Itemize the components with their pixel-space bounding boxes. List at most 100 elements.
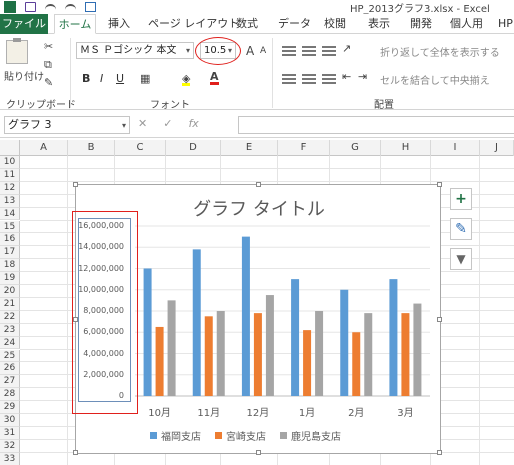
tab-file[interactable]: ファイル bbox=[0, 14, 48, 34]
formula-input[interactable] bbox=[238, 116, 514, 134]
underline-button[interactable]: U bbox=[116, 72, 124, 85]
column-header[interactable]: E bbox=[221, 140, 278, 156]
outdent-icon[interactable]: ⇥ bbox=[358, 70, 367, 83]
row-header[interactable]: 31 bbox=[0, 426, 20, 440]
row-header[interactable]: 30 bbox=[0, 414, 20, 427]
resize-handle[interactable] bbox=[437, 317, 442, 322]
tab-formulas[interactable]: 数式 bbox=[236, 14, 258, 34]
align-right-icon[interactable] bbox=[322, 74, 336, 84]
chart-elements-plus-icon[interactable]: + bbox=[450, 188, 472, 210]
select-all-corner[interactable] bbox=[0, 140, 20, 156]
align-middle-icon[interactable] bbox=[302, 46, 316, 56]
column-header[interactable]: I bbox=[431, 140, 480, 156]
cut-icon[interactable]: ✂ bbox=[44, 40, 53, 53]
row-header[interactable]: 21 bbox=[0, 297, 20, 311]
insert-function-icon[interactable]: fx bbox=[188, 117, 198, 130]
ribbon-home: 貼り付け ✂ ⧉ ✎ クリップボード ＭＳ Ｐゴシック 本文 ▾ 10.5 ▾ … bbox=[0, 34, 514, 111]
column-header[interactable]: J bbox=[480, 140, 514, 156]
column-header[interactable]: F bbox=[278, 140, 330, 156]
column-header[interactable]: G bbox=[330, 140, 381, 156]
grow-font-icon[interactable]: A bbox=[246, 44, 254, 58]
align-center-icon[interactable] bbox=[302, 74, 316, 84]
align-bottom-icon[interactable] bbox=[322, 46, 336, 56]
row-header[interactable]: 29 bbox=[0, 401, 20, 414]
tab-hp[interactable]: HP bbox=[498, 14, 513, 34]
tab-personal[interactable]: 個人用 bbox=[450, 14, 483, 34]
column-header[interactable]: H bbox=[381, 140, 431, 156]
row-header[interactable]: 15 bbox=[0, 220, 20, 234]
tab-insert[interactable]: 挿入 bbox=[108, 14, 130, 34]
cancel-icon[interactable]: ✕ bbox=[138, 117, 147, 130]
wrap-text-button[interactable]: 折り返して全体を表示する bbox=[380, 44, 500, 59]
chart-filter-icon[interactable]: ▼ bbox=[450, 248, 472, 270]
enter-icon[interactable]: ✓ bbox=[163, 117, 172, 130]
paste-icon[interactable] bbox=[6, 38, 28, 64]
orientation-icon[interactable]: ↗ bbox=[342, 42, 351, 55]
tab-view[interactable]: 表示 bbox=[368, 14, 390, 34]
resize-handle[interactable] bbox=[256, 450, 261, 455]
undo-icon[interactable] bbox=[45, 4, 56, 10]
shrink-font-icon[interactable]: A bbox=[260, 46, 266, 56]
column-header[interactable]: A bbox=[20, 140, 68, 156]
tab-developer[interactable]: 開発 bbox=[410, 14, 432, 34]
chart-legend[interactable]: 福岡支店 宮崎支店 鹿児島支店 bbox=[150, 428, 380, 443]
align-left-icon[interactable] bbox=[282, 74, 296, 84]
row-header[interactable]: 27 bbox=[0, 375, 20, 389]
row-header[interactable]: 23 bbox=[0, 323, 20, 337]
merge-center-button[interactable]: セルを結合して中央揃え bbox=[380, 72, 490, 87]
column-header[interactable]: B bbox=[68, 140, 115, 156]
copy-icon[interactable]: ⧉ bbox=[44, 58, 52, 72]
row-header[interactable]: 16 bbox=[0, 233, 20, 247]
legend-item: 鹿児島支店 bbox=[280, 428, 341, 443]
borders-icon[interactable]: ▦ bbox=[140, 72, 150, 85]
row-header[interactable]: 24 bbox=[0, 336, 20, 350]
fill-color-icon[interactable]: ◈ bbox=[182, 72, 191, 86]
value-axis-label: 16,000,000 bbox=[78, 221, 124, 230]
resize-handle[interactable] bbox=[73, 450, 78, 455]
save-icon[interactable] bbox=[25, 2, 36, 12]
row-header[interactable]: 18 bbox=[0, 259, 20, 273]
value-axis-label: 10,000,000 bbox=[78, 284, 124, 294]
column-header[interactable]: D bbox=[166, 140, 221, 156]
value-axis-label: 2,000,000 bbox=[83, 369, 124, 379]
legend-item: 宮崎支店 bbox=[215, 428, 266, 443]
resize-handle[interactable] bbox=[437, 450, 442, 455]
row-header[interactable]: 14 bbox=[0, 207, 20, 221]
font-name-select[interactable]: ＭＳ Ｐゴシック 本文 ▾ bbox=[76, 42, 194, 59]
picture-icon[interactable] bbox=[85, 2, 96, 12]
resize-handle[interactable] bbox=[437, 182, 442, 187]
tab-data[interactable]: データ bbox=[278, 14, 311, 34]
tab-page-layout[interactable]: ページ レイアウト bbox=[148, 14, 239, 34]
row-header[interactable]: 25 bbox=[0, 349, 20, 363]
italic-button[interactable]: I bbox=[100, 72, 103, 85]
resize-handle[interactable] bbox=[73, 182, 78, 187]
row-header[interactable]: 32 bbox=[0, 439, 20, 453]
row-header[interactable]: 17 bbox=[0, 246, 20, 260]
chevron-down-icon: ▾ bbox=[185, 46, 190, 55]
value-axis-label: 12,000,000 bbox=[78, 263, 124, 273]
resize-handle[interactable] bbox=[256, 182, 261, 187]
row-header[interactable]: 12 bbox=[0, 181, 20, 195]
row-header[interactable]: 20 bbox=[0, 285, 20, 298]
group-divider bbox=[70, 38, 71, 108]
font-color-icon[interactable]: A bbox=[210, 70, 219, 85]
row-header[interactable]: 33 bbox=[0, 452, 20, 465]
indent-icon[interactable]: ⇤ bbox=[342, 70, 351, 83]
paste-button-label[interactable]: 貼り付け bbox=[4, 68, 44, 83]
tab-home[interactable]: ホーム bbox=[54, 14, 96, 34]
row-header[interactable]: 28 bbox=[0, 388, 20, 402]
format-painter-icon[interactable]: ✎ bbox=[44, 76, 53, 89]
chart-styles-brush-icon[interactable]: ✎ bbox=[450, 218, 472, 240]
row-header[interactable]: 11 bbox=[0, 168, 20, 182]
row-header[interactable]: 26 bbox=[0, 362, 20, 376]
name-box[interactable]: グラフ 3 ▾ bbox=[4, 116, 130, 134]
align-top-icon[interactable] bbox=[282, 46, 296, 56]
row-header[interactable]: 10 bbox=[0, 156, 20, 169]
bold-button[interactable]: B bbox=[82, 72, 90, 85]
column-header[interactable]: C bbox=[115, 140, 166, 156]
row-header[interactable]: 19 bbox=[0, 272, 20, 285]
tab-review[interactable]: 校閲 bbox=[324, 14, 346, 34]
row-header[interactable]: 22 bbox=[0, 310, 20, 324]
redo-icon[interactable] bbox=[65, 4, 76, 10]
row-header[interactable]: 13 bbox=[0, 194, 20, 208]
